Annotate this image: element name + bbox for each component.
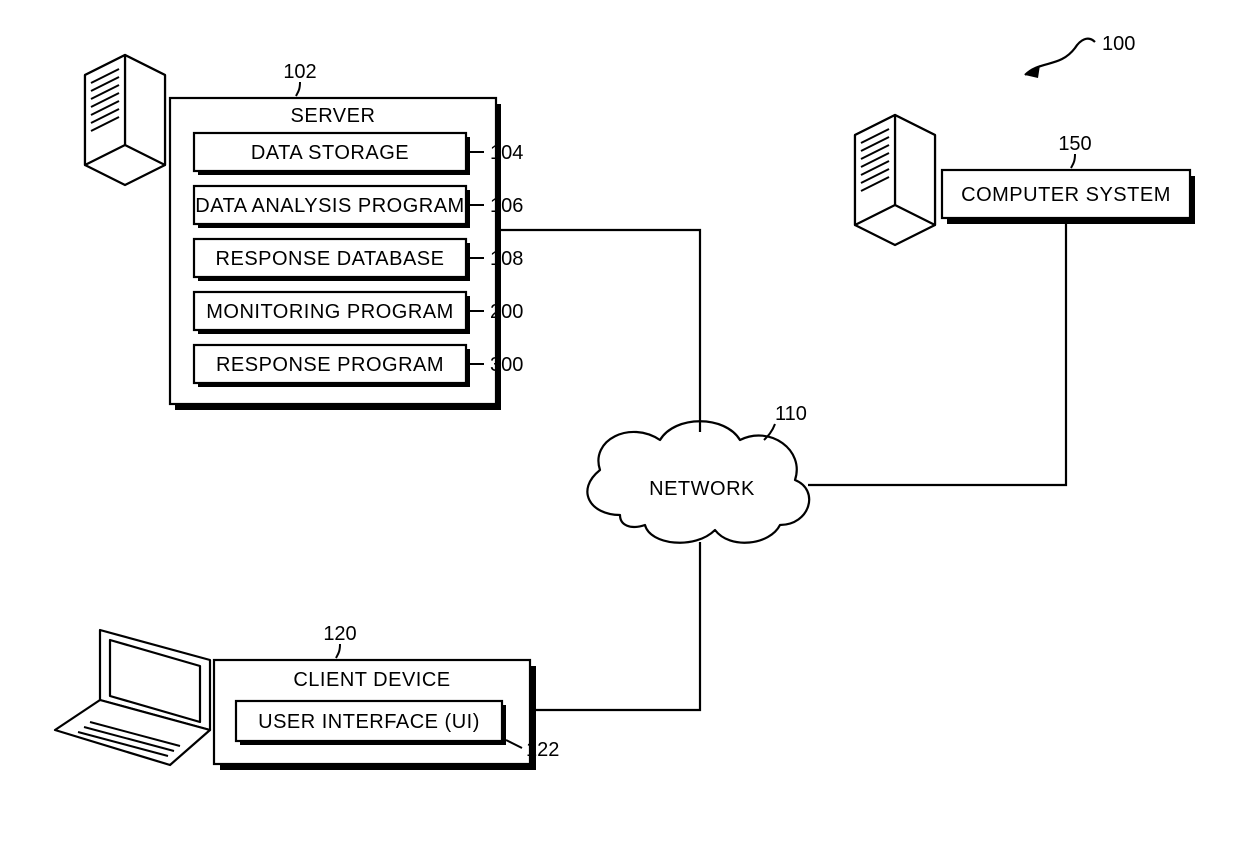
svg-text:DATA ANALYSIS PROGRAM: DATA ANALYSIS PROGRAM bbox=[195, 195, 464, 217]
svg-text:104: 104 bbox=[490, 142, 523, 164]
network-ref: 110 bbox=[775, 403, 807, 425]
client-device-group: 120 CLIENT DEVICE USER INTERFACE (UI) 12… bbox=[55, 623, 559, 770]
svg-text:RESPONSE PROGRAM: RESPONSE PROGRAM bbox=[216, 354, 444, 376]
computer-system-ref: 150 bbox=[1058, 133, 1091, 155]
server-icon bbox=[85, 55, 165, 185]
server-title: SERVER bbox=[291, 105, 376, 127]
computer-system-title: COMPUTER SYSTEM bbox=[961, 184, 1171, 206]
svg-text:122: 122 bbox=[526, 739, 559, 761]
svg-text:MONITORING PROGRAM: MONITORING PROGRAM bbox=[206, 301, 454, 323]
computer-system-group: 150 COMPUTER SYSTEM bbox=[855, 115, 1195, 245]
server-ref: 102 bbox=[283, 61, 316, 83]
svg-text:108: 108 bbox=[490, 248, 523, 270]
laptop-icon bbox=[55, 630, 210, 765]
conn-network-client bbox=[530, 542, 700, 710]
figure-ref-arrow: 100 bbox=[1025, 33, 1135, 78]
client-device-ref: 120 bbox=[323, 623, 356, 645]
computer-system-icon bbox=[855, 115, 935, 245]
svg-text:300: 300 bbox=[490, 354, 523, 376]
svg-text:106: 106 bbox=[490, 195, 523, 217]
network-cloud: NETWORK 110 bbox=[587, 403, 809, 543]
figure-ref-number: 100 bbox=[1102, 33, 1135, 55]
conn-computer-network bbox=[808, 218, 1066, 485]
svg-text:RESPONSE DATABASE: RESPONSE DATABASE bbox=[216, 248, 445, 270]
patent-system-diagram: 100 102 SERVER DATA bbox=[0, 0, 1240, 848]
client-device-title: CLIENT DEVICE bbox=[293, 669, 450, 691]
svg-text:DATA STORAGE: DATA STORAGE bbox=[251, 142, 409, 164]
svg-text:USER INTERFACE (UI): USER INTERFACE (UI) bbox=[258, 711, 480, 733]
svg-text:200: 200 bbox=[490, 301, 523, 323]
conn-server-network bbox=[496, 230, 700, 432]
server-group: 102 SERVER DATA STORAGE 104 DATA ANALYSI… bbox=[85, 55, 523, 410]
network-label: NETWORK bbox=[649, 478, 755, 500]
